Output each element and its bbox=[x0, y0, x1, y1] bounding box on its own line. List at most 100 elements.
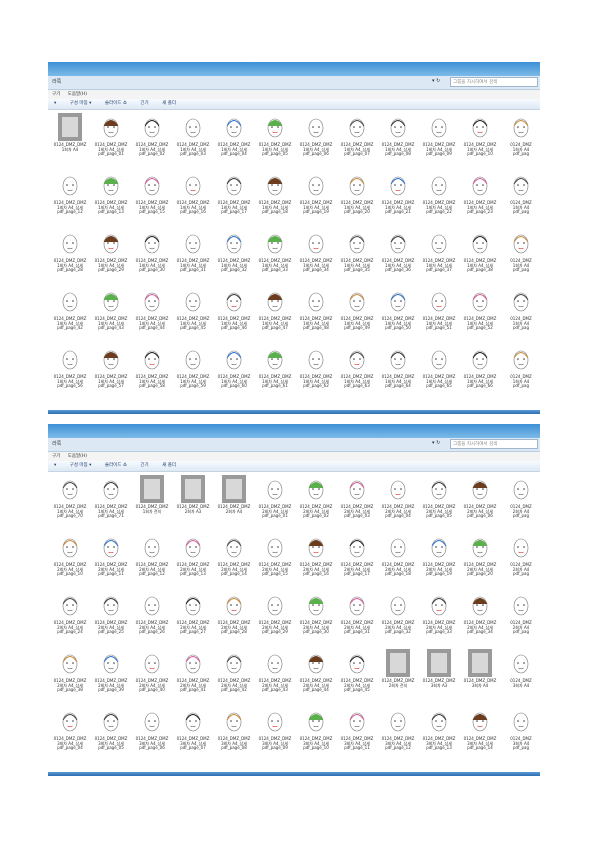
file-item[interactable]: 0124_DMZ_DMZ 1회차 A4_상세 pdf_page_15 bbox=[132, 170, 172, 228]
file-item[interactable]: 0124_DMZ_DMZ 1회차 A4_상세 pdf_page_05 bbox=[255, 112, 295, 170]
file-item[interactable]: 0124_DMZ_DMZ 1회차 A4_상세 pdf_page_62 bbox=[296, 344, 336, 402]
file-item[interactable]: 0124_DMZ_DMZ 1회차 A4_상세 pdf_page_35 bbox=[337, 228, 377, 286]
file-item[interactable]: 0124_DMZ_DMZ 3회차 A4_상세 pdf_page_04 bbox=[50, 706, 90, 764]
file-item[interactable]: 0124_DMZ_DMZ 1회차 A4_상세 pdf_page_30 bbox=[132, 228, 172, 286]
file-item[interactable]: 0124_DMZ_DMZ 1회차 A4_상세 pdf_page_31 bbox=[173, 228, 213, 286]
file-item[interactable]: 0124_DMZ_DMZ 3회차 A4_상세 pdf_page_05 bbox=[91, 706, 131, 764]
file-item[interactable]: 0124_DMZ_DMZ 2회차 A4_상세 pdf_page_15 bbox=[255, 532, 295, 590]
file-item[interactable]: 0124_DMZ_DMZ 2회차 A4_상세 pdf_page_25 bbox=[91, 590, 131, 648]
file-item[interactable]: 0124_DMZ_DMZ 3회차 A4_상세 pdf_page_06 bbox=[132, 706, 172, 764]
file-item[interactable]: 0124_DMZ_DMZ 2회차 A4_상세 pdf_page_26 bbox=[132, 590, 172, 648]
file-item[interactable]: 0124_DMZ_DMZ 2회차 A4_상세 pdf_page_30 bbox=[296, 590, 336, 648]
file-item[interactable]: 0124_DMZ_DMZ 2회차 A4_상세 pdf_page_06 bbox=[460, 474, 500, 532]
file-item[interactable]: 0124_DMZ_DMZ 2회차 A4_상세 pdf_page_27 bbox=[173, 590, 213, 648]
file-item[interactable]: 0124_DMZ_DMZ 3회차 A4_상세 pdf_page_12 bbox=[378, 706, 418, 764]
file-item[interactable]: 0124_DMZ_DMZ 1회차 A4_상세 pdf_page_33 bbox=[255, 228, 295, 286]
file-item[interactable]: 0124_DMZ_DMZ 2회차 A4_상세 pdf_page_43 bbox=[255, 648, 295, 706]
file-item[interactable]: 0124_DMZ 1회차 A4 pdf_pag bbox=[501, 228, 540, 286]
file-item[interactable]: 0124_DMZ_DMZ 2회차 A4_상세 pdf_page_45 bbox=[337, 648, 377, 706]
file-item[interactable]: 0124_DMZ_DMZ 1회차 A4_상세 pdf_page_43 bbox=[91, 286, 131, 344]
file-item[interactable]: 0124_DMZ_DMZ 1회차 A4_상세 pdf_page_46 bbox=[214, 286, 254, 344]
file-item[interactable]: 0124_DMZ_DMZ 1회차 A4_상세 pdf_page_56 bbox=[50, 344, 90, 402]
address-bar[interactable]: 라쪽 ▾ ↻ 그룹을 지시하여서 검색 bbox=[48, 76, 540, 90]
file-item[interactable]: 0124_DMZ_DMZ 2회차 A4_상세 pdf_page_41 bbox=[173, 648, 213, 706]
file-item[interactable]: 0124_DMZ_DMZ 1회차 A4_상세 pdf_page_57 bbox=[91, 344, 131, 402]
file-item[interactable]: 0124_DMZ_DMZ 2회차 A4_상세 pdf_page_20 bbox=[460, 532, 500, 590]
file-item[interactable]: 0124_DMZ_DMZ 1회차 A4_상세 pdf_page_63 bbox=[337, 344, 377, 402]
file-item[interactable]: 0124_DMZ_DMZ 2회차 A4_상세 pdf_page_03 bbox=[337, 474, 377, 532]
file-item[interactable]: 0124_DMZ_DMZ 1회차 A4_상세 pdf_page_28 bbox=[50, 228, 90, 286]
file-item[interactable]: 0124_DMZ_DMZ 3회차 A4_상세 pdf_page_08 bbox=[214, 706, 254, 764]
file-item[interactable]: 0124_DMZ_DMZ 1회차 A4_상세 pdf_page_29 bbox=[91, 228, 131, 286]
file-item[interactable]: 0124_DMZ_DMZ 2회차 A4_상세 pdf_page_44 bbox=[296, 648, 336, 706]
file-item[interactable]: 0124_DMZ_DMZ 1회차 A4_상세 pdf_page_09 bbox=[419, 112, 459, 170]
file-item[interactable]: 0124_DMZ_DMZ 3회차 A4_상세 pdf_page_11 bbox=[337, 706, 377, 764]
slideshow-button[interactable]: 슬라이드 쇼 bbox=[105, 463, 127, 468]
file-item[interactable]: 0124_DMZ_DMZ 1회차 전지 bbox=[132, 474, 172, 532]
file-item[interactable]: 0124_DMZ_DMZ 1회차 A4_상세 pdf_page_04 bbox=[214, 112, 254, 170]
file-item[interactable]: 0124_DMZ_DMZ 2회차 A4_상세 pdf_page_29 bbox=[255, 590, 295, 648]
file-item[interactable]: 0124_DMZ_DMZ 1회차 A4_상세 pdf_page_66 bbox=[460, 344, 500, 402]
file-item[interactable]: 0124_DMZ 2회차 A4 pdf_pag bbox=[501, 532, 540, 590]
file-item[interactable]: 0124_DMZ_DMZ 1회차 A4_상세 pdf_page_19 bbox=[296, 170, 336, 228]
file-item[interactable]: 0124_DMZ_DMZ 2회차 A4_상세 pdf_page_13 bbox=[173, 532, 213, 590]
file-item[interactable]: 0124_DMZ_DMZ 1회차 A4 bbox=[50, 112, 90, 170]
file-item[interactable]: 0124_DMZ_DMZ 2회차 A4_상세 pdf_page_10 bbox=[50, 532, 90, 590]
file-item[interactable]: 0124_DMZ_DMZ 1회차 A4_상세 pdf_page_06 bbox=[296, 112, 336, 170]
file-item[interactable]: 0124_DMZ_DMZ 1회차 A4_상세 pdf_page_50 bbox=[378, 286, 418, 344]
file-item[interactable]: 0124_DMZ_DMZ 1회차 A4_상세 pdf_page_45 bbox=[173, 286, 213, 344]
file-item[interactable]: 0124_DMZ_DMZ 3회차 A4_상세 pdf_page_14 bbox=[460, 706, 500, 764]
file-item[interactable]: 0124_DMZ_DMZ 1회차 A4_상세 pdf_page_03 bbox=[173, 112, 213, 170]
file-item[interactable]: 0124_DMZ_DMZ 1회차 A4_상세 pdf_page_20 bbox=[337, 170, 377, 228]
file-item[interactable]: 0124_DMZ_DMZ 2회차 전지 bbox=[378, 648, 418, 706]
menu-item-help[interactable]: 도움말(H) bbox=[68, 92, 87, 97]
file-item[interactable]: 0124_DMZ_DMZ 2회차 A4_상세 pdf_page_39 bbox=[91, 648, 131, 706]
file-item[interactable]: 0124_DMZ_DMZ 1회차 A4_상세 pdf_page_17 bbox=[214, 170, 254, 228]
file-item[interactable]: 0124_DMZ_DMZ 1회차 A4_상세 pdf_page_49 bbox=[337, 286, 377, 344]
burn-button[interactable]: 긴기 bbox=[140, 463, 148, 468]
file-item[interactable]: 0124_DMZ_DMZ 2회차 A4_상세 pdf_page_11 bbox=[91, 532, 131, 590]
file-item[interactable]: 0124_DMZ_DMZ 1회차 A4_상세 pdf_page_12 bbox=[50, 170, 90, 228]
file-item[interactable]: 0124_DMZ_DMZ 1회차 A4_상세 pdf_page_71 bbox=[91, 474, 131, 532]
refresh-icon[interactable]: ▾ ↻ bbox=[432, 440, 440, 446]
file-item[interactable]: 0124_DMZ_DMZ 1회차 A4_상세 pdf_page_07 bbox=[337, 112, 377, 170]
file-item[interactable]: 0124_DMZ_DMZ 2회차 A4_상세 pdf_page_16 bbox=[296, 532, 336, 590]
file-item[interactable]: 0124_DMZ_DMZ 1회차 A4_상세 pdf_page_60 bbox=[214, 344, 254, 402]
file-item[interactable]: 0124_DMZ_DMZ 1회차 A4_상세 pdf_page_32 bbox=[214, 228, 254, 286]
address-bar[interactable]: 라쪽 ▾ ↻ 그룹을 지시하여서 검색 bbox=[48, 438, 540, 452]
file-item[interactable]: 0124_DMZ_DMZ 1회차 A4_상세 pdf_page_51 bbox=[419, 286, 459, 344]
file-item[interactable]: 0124_DMZ_DMZ 1회차 A4_상세 pdf_page_16 bbox=[173, 170, 213, 228]
file-item[interactable]: 0124_DMZ_DMZ 3회차 A4 bbox=[460, 648, 500, 706]
file-item[interactable]: 0124_DMZ_DMZ 2회차 A4_상세 pdf_page_38 bbox=[50, 648, 90, 706]
file-item[interactable]: 0124_DMZ_DMZ 1회차 A4_상세 pdf_page_58 bbox=[132, 344, 172, 402]
file-item[interactable]: 0124_DMZ_DMZ 1회차 A4_상세 pdf_page_65 bbox=[419, 344, 459, 402]
menu-item-tools[interactable]: 구기 bbox=[52, 92, 60, 97]
file-item[interactable]: 0124_DMZ 1회차 A4 pdf_pag bbox=[501, 286, 540, 344]
refresh-icon[interactable]: ▾ ↻ bbox=[432, 78, 440, 84]
file-item[interactable]: 0124_DMZ_DMZ 1회차 A4_상세 pdf_page_36 bbox=[378, 228, 418, 286]
file-item[interactable]: 0124_DMZ_DMZ 1회차 A4_상세 pdf_page_48 bbox=[296, 286, 336, 344]
file-item[interactable]: 0124_DMZ_DMZ 2회차 A4_상세 pdf_page_28 bbox=[214, 590, 254, 648]
file-item[interactable]: 0124_DMZ 1회차 A4 pdf_pag bbox=[501, 170, 540, 228]
nav-chevron-icon[interactable]: ▾ bbox=[54, 101, 56, 106]
file-item[interactable]: 0124_DMZ_DMZ 1회차 A4_상세 pdf_page_01 bbox=[91, 112, 131, 170]
slideshow-button[interactable]: 슬라이드 쇼 bbox=[105, 101, 127, 106]
file-item[interactable]: 0124_DMZ_DMZ 2회차 A4_상세 pdf_page_31 bbox=[337, 590, 377, 648]
file-item[interactable]: 0124_DMZ_DMZ 3회차 A4_상세 pdf_page_13 bbox=[419, 706, 459, 764]
file-item[interactable]: 0124_DMZ_DMZ 1회차 A4_상세 pdf_page_23 bbox=[460, 170, 500, 228]
file-item[interactable]: 0124_DMZ_DMZ 2회차 A4_상세 pdf_page_18 bbox=[378, 532, 418, 590]
file-item[interactable]: 0124_DMZ_DMZ 3회차 A4_상세 pdf_page_10 bbox=[296, 706, 336, 764]
file-item[interactable]: 0124_DMZ_DMZ 2회차 A4_상세 pdf_page_24 bbox=[50, 590, 90, 648]
file-item[interactable]: 0124_DMZ_DMZ 1회차 A4_상세 pdf_page_42 bbox=[50, 286, 90, 344]
file-item[interactable]: 0124_DMZ_DMZ 3회차 A4_상세 pdf_page_09 bbox=[255, 706, 295, 764]
file-item[interactable]: 0124_DMZ_DMZ 2회차 A4_상세 pdf_page_14 bbox=[214, 532, 254, 590]
burn-button[interactable]: 긴기 bbox=[140, 101, 148, 106]
file-item[interactable]: 0124_DMZ_DMZ 1회차 A4_상세 pdf_page_37 bbox=[419, 228, 459, 286]
new-folder-button[interactable]: 새 폴더 bbox=[162, 463, 176, 468]
file-item[interactable]: 0124_DMZ_DMZ 1회차 A4_상세 pdf_page_13 bbox=[91, 170, 131, 228]
nav-chevron-icon[interactable]: ▾ bbox=[54, 463, 56, 468]
file-item[interactable]: 0124_DMZ_DMZ 1회차 A4_상세 pdf_page_59 bbox=[173, 344, 213, 402]
file-item[interactable]: 0124_DMZ_DMZ 2회차 A4_상세 pdf_page_17 bbox=[337, 532, 377, 590]
file-item[interactable]: 0124_DMZ_DMZ 2회차 A4_상세 pdf_page_05 bbox=[419, 474, 459, 532]
file-item[interactable]: 0124_DMZ_DMZ 3회차 A4_상세 pdf_page_07 bbox=[173, 706, 213, 764]
